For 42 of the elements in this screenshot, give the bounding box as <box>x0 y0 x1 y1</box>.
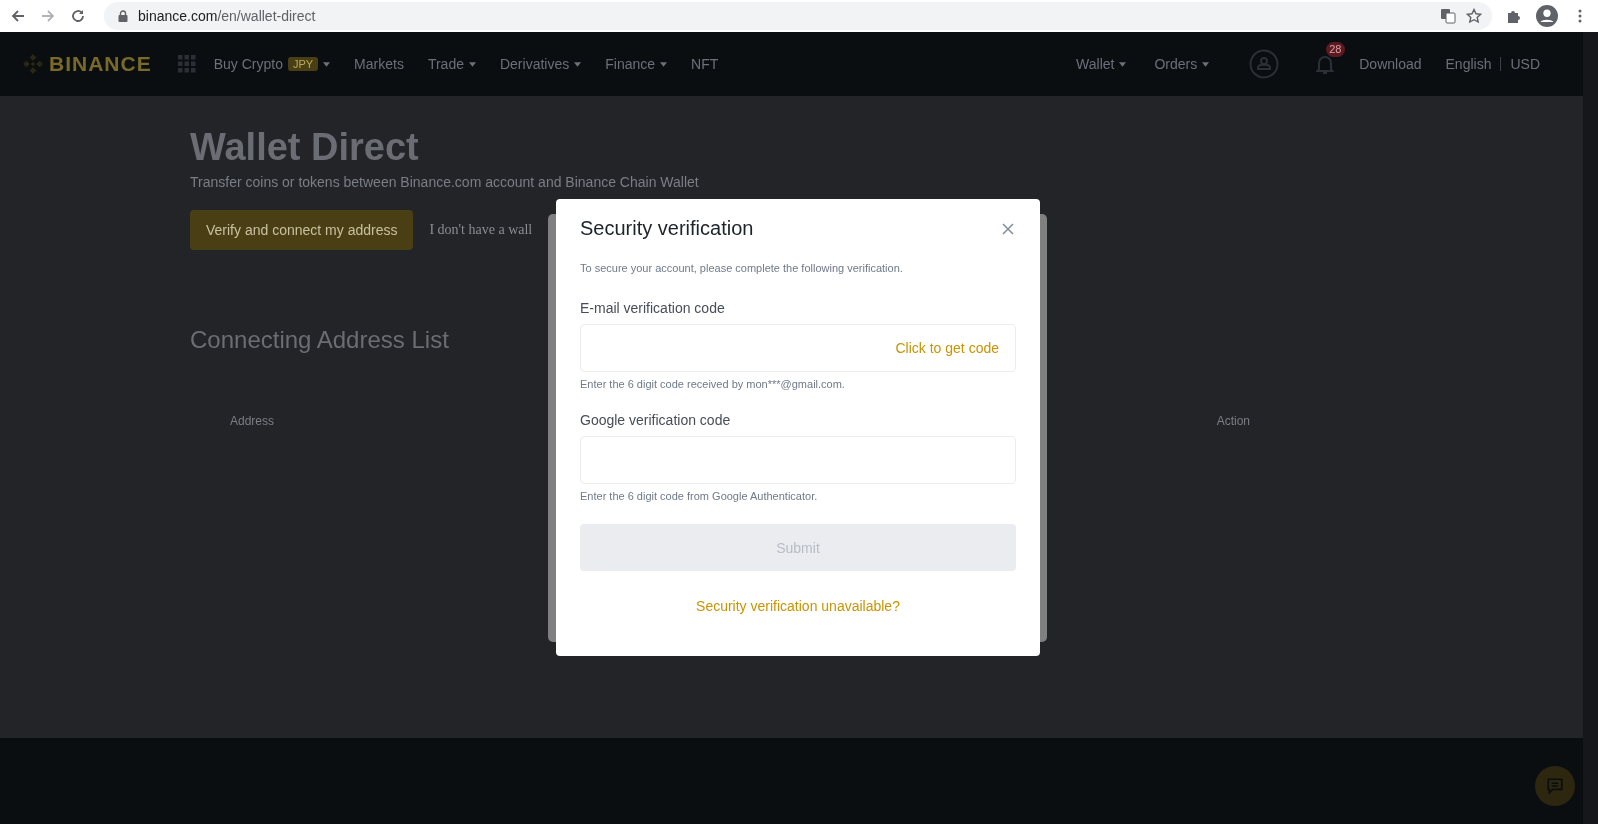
reload-icon[interactable] <box>70 8 86 24</box>
section-title: Connecting Address List <box>190 326 449 354</box>
puzzle-icon[interactable] <box>1506 8 1522 24</box>
field-hint: Enter the 6 digit code from Google Authenticator. <box>580 490 819 502</box>
page-subtitle: Transfer coins or tokens between Binance.com account and Binance Chain Wallet <box>190 174 699 190</box>
address-bar[interactable]: binance.com/en/wallet-direct <box>104 2 1492 30</box>
message-icon <box>1546 777 1564 795</box>
code-input-field[interactable]: Click to get code <box>580 324 1016 372</box>
column-header: Action <box>1216 414 1250 428</box>
help-link[interactable]: Security verification unavailable? <box>696 598 900 614</box>
nav-menu-item[interactable]: Trade <box>427 56 476 72</box>
nav-menu-item[interactable]: Buy Crypto JPY <box>213 56 331 72</box>
profile-icon[interactable] <box>1536 5 1558 27</box>
column-header: Address <box>230 414 275 428</box>
field-label: Google verification code <box>580 412 732 428</box>
back-icon[interactable] <box>10 8 26 24</box>
no-wallet-link[interactable]: I don't have a wall <box>429 222 533 238</box>
currency-selector[interactable]: USD <box>1510 56 1540 72</box>
forward-icon[interactable] <box>40 8 56 24</box>
nav-menu-item[interactable]: Orders <box>1154 56 1210 72</box>
star-icon[interactable] <box>1466 8 1482 24</box>
get-code-link[interactable]: Click to get code <box>895 340 999 356</box>
field-hint: Enter the 6 digit code received by mon***@gmail.com. <box>580 378 846 390</box>
field-label: E-mail verification code <box>580 300 726 316</box>
dialog-title: Security verification <box>580 217 754 240</box>
notification-badge: 28 <box>1326 42 1345 57</box>
lock-icon <box>118 10 128 22</box>
url-text: binance.com/en/wallet-direct <box>138 8 316 24</box>
nav-menu-item[interactable]: Finance <box>605 56 668 72</box>
connect-address-button[interactable]: Verify and connect my address <box>190 210 414 250</box>
page-title: Wallet Direct <box>190 125 419 170</box>
close-icon[interactable] <box>1002 222 1014 235</box>
language-selector[interactable]: English <box>1445 56 1492 72</box>
nav-menu-item[interactable]: Markets <box>354 56 404 72</box>
scrollbar[interactable] <box>1583 32 1598 824</box>
dialog-description: To secure your account, please complete the following verification. <box>580 262 904 274</box>
translate-icon[interactable] <box>1440 8 1456 24</box>
download-link[interactable]: Download <box>1359 56 1422 72</box>
logo[interactable]: BINANCE <box>22 52 152 76</box>
nav-menu-item[interactable]: Derivatives <box>499 56 582 72</box>
nav-menu-item[interactable]: Wallet <box>1076 56 1127 72</box>
nav-menu-item[interactable]: NFT <box>691 56 719 72</box>
